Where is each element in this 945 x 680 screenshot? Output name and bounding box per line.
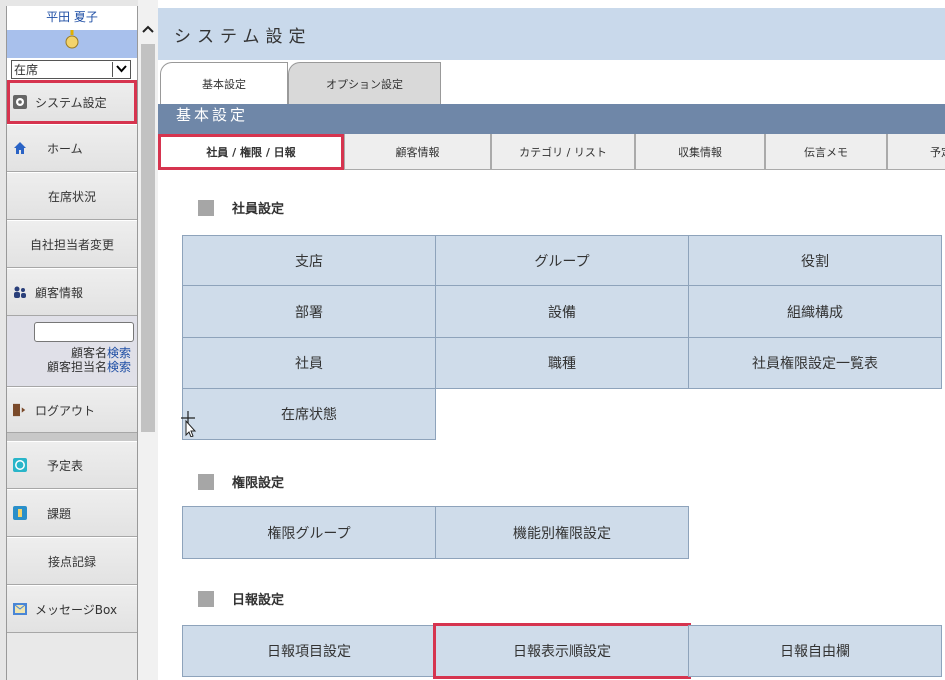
setting-branch-button[interactable]: 支店 [182, 235, 436, 286]
customer-search-box: 顧客名検索 顧客担当名検索 [7, 316, 137, 387]
tab-basic-settings[interactable]: 基本設定 [160, 62, 288, 104]
sidebar-item-attendance[interactable]: 在席状況 [7, 172, 137, 220]
setting-group-button[interactable]: グループ [435, 235, 689, 286]
status-row: 在席 [7, 58, 137, 80]
sidebar-item-label: 顧客情報 [35, 285, 84, 300]
setting-org-structure-button[interactable]: 組織構成 [688, 285, 942, 338]
sidebar-scrollbar[interactable] [138, 0, 158, 680]
top-tabs: 基本設定 オプション設定 [158, 60, 945, 104]
gear-icon [13, 95, 27, 109]
chevron-up-icon[interactable] [141, 24, 155, 37]
status-select-value: 在席 [14, 62, 39, 77]
page-title: システム設定 [158, 8, 945, 60]
setting-employee-button[interactable]: 社員 [182, 337, 436, 389]
sidebar-item-customer-info[interactable]: 顧客情報 [7, 268, 137, 316]
report-settings-heading: 日報設定 [198, 589, 284, 608]
main-content: システム設定 基本設定 オプション設定 基本設定 社員 / 権限 / 日報 顧客… [158, 0, 945, 680]
tab-schedule[interactable]: 予定 [887, 134, 945, 170]
tab-collected-info[interactable]: 収集情報 [635, 134, 765, 170]
employee-settings-heading: 社員設定 [198, 198, 284, 217]
setting-job-type-button[interactable]: 職種 [435, 337, 689, 389]
tab-employee-permission-report[interactable]: 社員 / 権限 / 日報 [158, 134, 344, 170]
tab-option-settings[interactable]: オプション設定 [288, 62, 441, 104]
tab-category-list[interactable]: カテゴリ / リスト [491, 134, 635, 170]
clock-icon [13, 458, 27, 472]
setting-attendance-status-button[interactable]: 在席状態 [182, 388, 436, 440]
task-icon [13, 506, 27, 520]
square-bullet-icon [198, 199, 214, 216]
tab-memo[interactable]: 伝言メモ [765, 134, 887, 170]
sidebar-item-label: システム設定 [35, 95, 107, 110]
square-bullet-icon [198, 473, 214, 490]
customer-rep-search-link[interactable]: 検索 [107, 360, 131, 374]
status-select[interactable]: 在席 [11, 59, 131, 79]
mail-icon [13, 602, 27, 616]
sub-tabs: 社員 / 権限 / 日報 顧客情報 カテゴリ / リスト 収集情報 伝言メモ 予… [158, 134, 945, 170]
tab-customer-info[interactable]: 顧客情報 [344, 134, 491, 170]
sidebar-item-label: ホーム [47, 141, 83, 156]
sidebar-item-label: 予定表 [47, 458, 84, 473]
setting-department-button[interactable]: 部署 [182, 285, 436, 338]
sidebar-item-contact-log[interactable]: 接点記録 [7, 537, 137, 585]
customer-rep-search: 顧客担当名検索 [47, 358, 131, 375]
home-icon [13, 141, 27, 155]
sidebar: 平田 夏子 在席 システム設定 ホーム 在席状況 自社担当者変更 顧客情報 顧客… [0, 0, 158, 680]
user-name: 平田 夏子 [7, 6, 137, 30]
scrollbar-thumb[interactable] [141, 44, 155, 432]
door-exit-icon [13, 403, 27, 417]
customer-search-input[interactable] [34, 322, 134, 342]
sidebar-item-label: ログアウト [35, 403, 96, 418]
sidebar-item-label: 在席状況 [47, 189, 96, 204]
setting-report-free-field-button[interactable]: 日報自由欄 [688, 625, 942, 677]
sidebar-item-schedule[interactable]: 予定表 [7, 441, 137, 489]
setting-report-items-button[interactable]: 日報項目設定 [182, 625, 436, 677]
sidebar-item-label: 自社担当者変更 [29, 237, 114, 252]
permission-settings-heading: 権限設定 [198, 472, 284, 491]
sidebar-item-logout[interactable]: ログアウト [7, 387, 137, 433]
person-status-icon [65, 30, 79, 49]
section-title: 基本設定 [158, 104, 945, 134]
sidebar-item-tasks[interactable]: 課題 [7, 489, 137, 537]
sidebar-item-label: メッセージBox [35, 602, 118, 617]
setting-role-button[interactable]: 役割 [688, 235, 942, 286]
square-bullet-icon [198, 590, 214, 607]
mouse-cursor-icon [181, 411, 199, 441]
people-icon [13, 285, 27, 299]
setting-employee-permission-list-button[interactable]: 社員権限設定一覧表 [688, 337, 942, 389]
employee-settings-title: 社員設定 [232, 202, 285, 217]
setting-permission-group-button[interactable]: 権限グループ [182, 506, 436, 559]
permission-settings-title: 権限設定 [232, 476, 285, 491]
sidebar-item-home[interactable]: ホーム [7, 124, 137, 172]
setting-report-display-order-button[interactable]: 日報表示順設定 [433, 623, 691, 679]
sidebar-item-label: 接点記録 [47, 554, 96, 569]
customer-rep-label: 顧客担当名 [46, 360, 107, 374]
sidebar-item-message-box[interactable]: メッセージBox [7, 585, 137, 633]
sidebar-column: 平田 夏子 在席 システム設定 ホーム 在席状況 自社担当者変更 顧客情報 顧客… [6, 6, 138, 680]
setting-function-permission-button[interactable]: 機能別権限設定 [435, 506, 689, 559]
sidebar-divider [7, 433, 137, 441]
report-settings-title: 日報設定 [232, 593, 285, 608]
setting-equipment-button[interactable]: 設備 [435, 285, 689, 338]
sidebar-item-system-settings[interactable]: システム設定 [7, 80, 137, 124]
status-icon-area [7, 30, 137, 58]
sidebar-item-change-rep[interactable]: 自社担当者変更 [7, 220, 137, 268]
sidebar-item-label: 課題 [47, 506, 72, 521]
chevron-down-icon[interactable] [112, 61, 130, 77]
